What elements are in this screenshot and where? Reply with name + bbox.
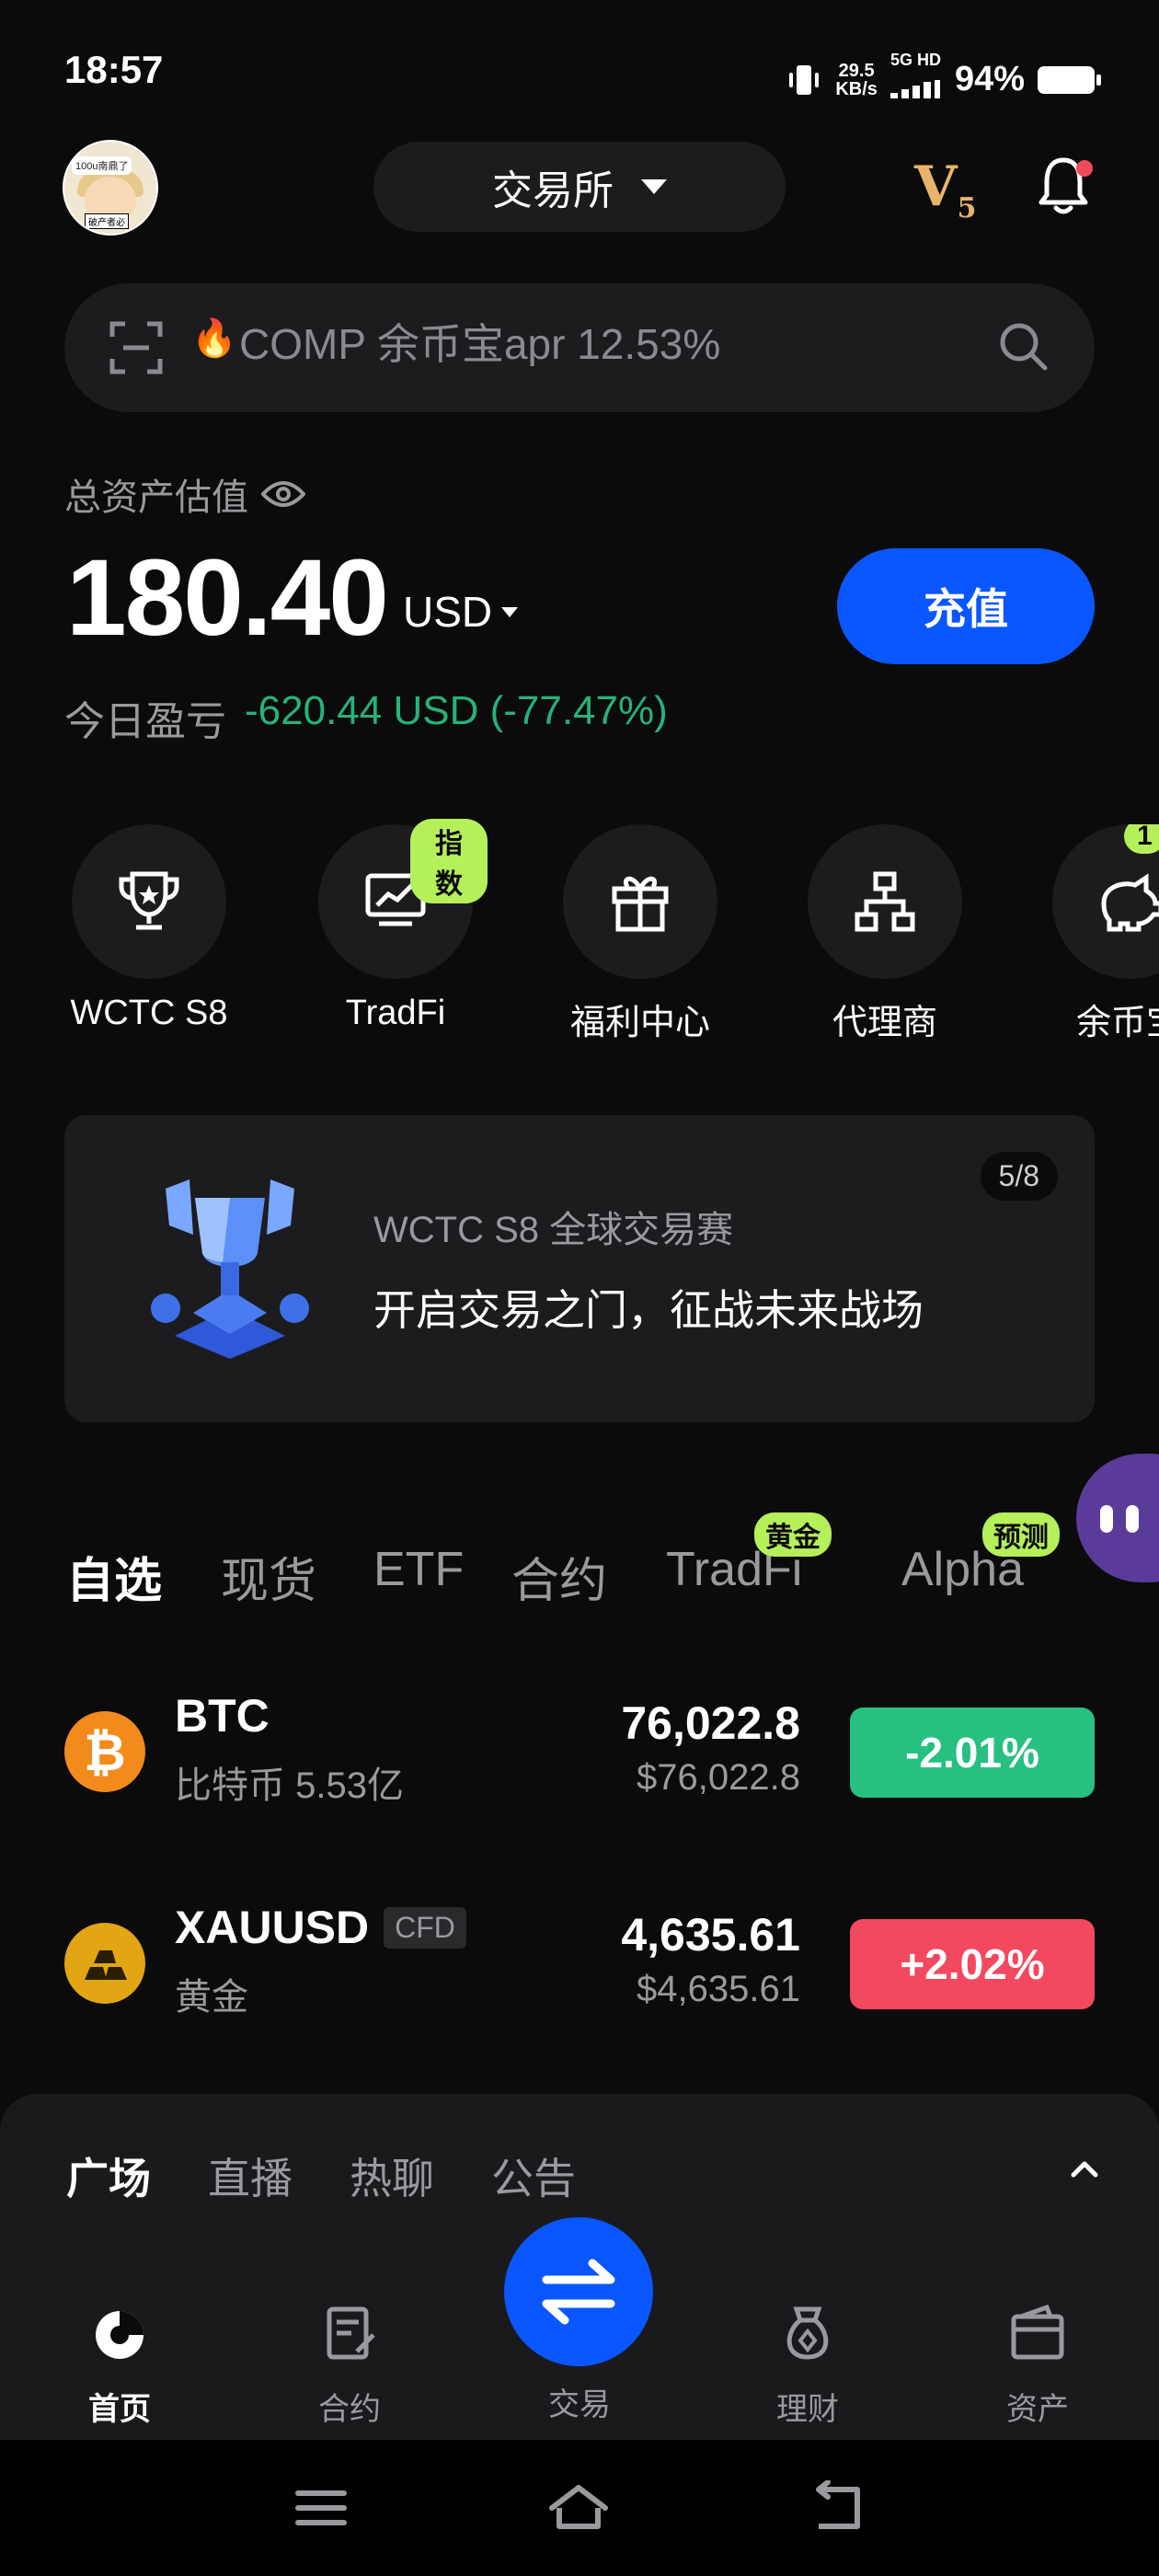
shortcut-agent[interactable]: 代理商: [793, 824, 977, 1044]
signal-icon: [889, 80, 940, 98]
currency-selector[interactable]: USD: [403, 587, 519, 637]
banner-subtitle: WCTC S8 全球交易赛: [373, 1210, 734, 1250]
tab-etf[interactable]: ETF: [373, 1542, 464, 1597]
avatar[interactable]: 100u南鼎了 破产者必: [63, 140, 158, 236]
cfd-tag: CFD: [384, 1906, 466, 1949]
shortcut-wctc[interactable]: WCTC S8: [57, 824, 241, 1033]
banner-title: 开启交易之门，征战未来战场: [373, 1286, 924, 1334]
nav-home[interactable]: 首页: [46, 2304, 193, 2429]
battery-percent: 94%: [954, 60, 1025, 98]
swap-icon: [542, 2259, 615, 2325]
scan-icon[interactable]: [109, 320, 164, 375]
gift-icon: [563, 824, 717, 979]
total-assets-label: 总资产估值: [64, 467, 305, 521]
row-price-usd: $76,022.8: [637, 1757, 800, 1798]
eye-icon[interactable]: [261, 479, 305, 509]
hierarchy-icon: [808, 824, 962, 979]
tab-badge-gold: 黄金: [754, 1512, 832, 1557]
menu-icon[interactable]: [289, 2480, 353, 2536]
shortcut-rewards[interactable]: 福利中心: [548, 824, 732, 1044]
nav-trade-label: 交易: [548, 2387, 611, 2422]
row-symbol: BTC: [175, 1690, 270, 1742]
notification-dot: [1076, 160, 1093, 177]
trophy-icon: [72, 824, 226, 979]
nav-assets[interactable]: 资产: [964, 2304, 1111, 2429]
tab-announcements[interactable]: 公告: [491, 2145, 576, 2206]
total-assets-value: 180.40: [66, 537, 389, 659]
tab-square[interactable]: 广场: [66, 2145, 151, 2206]
avatar-sign: 破产者必: [85, 213, 129, 229]
row-change-badge[interactable]: +2.02%: [850, 1919, 1095, 2009]
trade-button[interactable]: [504, 2217, 653, 2366]
nav-home-label: 首页: [88, 2392, 151, 2427]
nav-futures-label: 合约: [318, 2392, 381, 2427]
daily-pnl: 今日盈亏 -620.44 USD (-77.47%): [64, 688, 668, 744]
banner-page-indicator: 5/8: [980, 1152, 1058, 1201]
shortcut-tradfi[interactable]: 指数 TradFi: [304, 819, 488, 1033]
tab-watchlist[interactable]: 自选: [66, 1542, 162, 1611]
home-icon: [96, 2311, 143, 2359]
row-name: 比特币 5.53亿: [175, 1765, 404, 1806]
row-symbol: XAUUSD CFD: [175, 1901, 466, 1954]
gold-bars-icon: [64, 1923, 145, 2004]
status-indicators: 29.5 KB/s 5G HD 94%: [786, 52, 1101, 108]
home-button-icon[interactable]: [546, 2480, 611, 2536]
exchange-switcher[interactable]: 交易所: [373, 142, 786, 232]
tab-spot[interactable]: 现货: [221, 1542, 316, 1611]
notification-bell-icon[interactable]: [1038, 155, 1093, 215]
nav-futures[interactable]: 合约: [276, 2304, 423, 2429]
tab-hot-chat[interactable]: 热聊: [350, 2145, 434, 2206]
market-row-xauusd[interactable]: XAUUSD CFD 黄金 4,635.61 $4,635.61 +2.02%: [64, 1901, 1095, 2039]
trophy-illustration: [151, 1179, 309, 1359]
tab-live[interactable]: 直播: [208, 2145, 293, 2206]
vibrate-icon: [789, 64, 820, 95]
row-change-badge[interactable]: -2.01%: [850, 1708, 1095, 1798]
nav-finance-label: 理财: [776, 2392, 839, 2427]
market-row-btc[interactable]: ₿ BTC 比特币 5.53亿 76,022.8 $76,022.8 -2.01…: [64, 1689, 1095, 1827]
avatar-tag: 100u南鼎了: [72, 156, 132, 175]
vip-level-badge[interactable]: V5: [914, 155, 976, 224]
chevron-up-icon[interactable]: [1071, 2155, 1098, 2182]
wallet-icon: [1011, 2304, 1064, 2360]
contract-icon: [327, 2306, 375, 2360]
row-name: 黄金: [175, 1977, 248, 2018]
row-price: 76,022.8: [621, 1697, 800, 1749]
nav-assets-label: 资产: [1006, 2392, 1069, 2427]
exchange-label: 交易所: [492, 168, 614, 213]
search-bar[interactable]: 🔥 COMP 余币宝apr 12.53%: [64, 283, 1095, 412]
chevron-down-icon: [641, 179, 667, 194]
tab-badge-prediction: 预测: [982, 1512, 1060, 1557]
shortcut-savings[interactable]: 1 余币宝: [1038, 824, 1159, 1044]
signal-indicator: 5G HD: [889, 52, 942, 108]
status-time: 18:57: [64, 48, 164, 91]
tab-futures[interactable]: 合约: [511, 1542, 607, 1611]
finance-icon: [786, 2306, 829, 2360]
bitcoin-icon: ₿: [64, 1711, 145, 1792]
deposit-button[interactable]: 充值: [837, 548, 1095, 664]
floating-assistant-button[interactable]: [1076, 1454, 1159, 1582]
chevron-down-icon: [501, 606, 519, 617]
battery-icon: [1038, 65, 1101, 94]
row-price: 4,635.61: [621, 1909, 800, 1961]
row-price-usd: $4,635.61: [637, 1969, 800, 2009]
nav-finance[interactable]: 理财: [734, 2304, 881, 2429]
shortcut-badge: 1: [1124, 824, 1159, 854]
back-icon[interactable]: [806, 2480, 870, 2536]
network-speed: 29.5 KB/s: [835, 60, 878, 99]
promo-banner[interactable]: 5/8 WCTC S8 全球交易赛 开启交易之门，征战未来战场: [64, 1115, 1095, 1422]
search-input[interactable]: COMP 余币宝apr 12.53%: [239, 311, 720, 366]
search-icon[interactable]: [995, 318, 1050, 374]
system-navigation-bar: [0, 2440, 1159, 2576]
shortcut-badge: 指数: [410, 819, 488, 903]
flame-icon: 🔥: [191, 318, 237, 359]
